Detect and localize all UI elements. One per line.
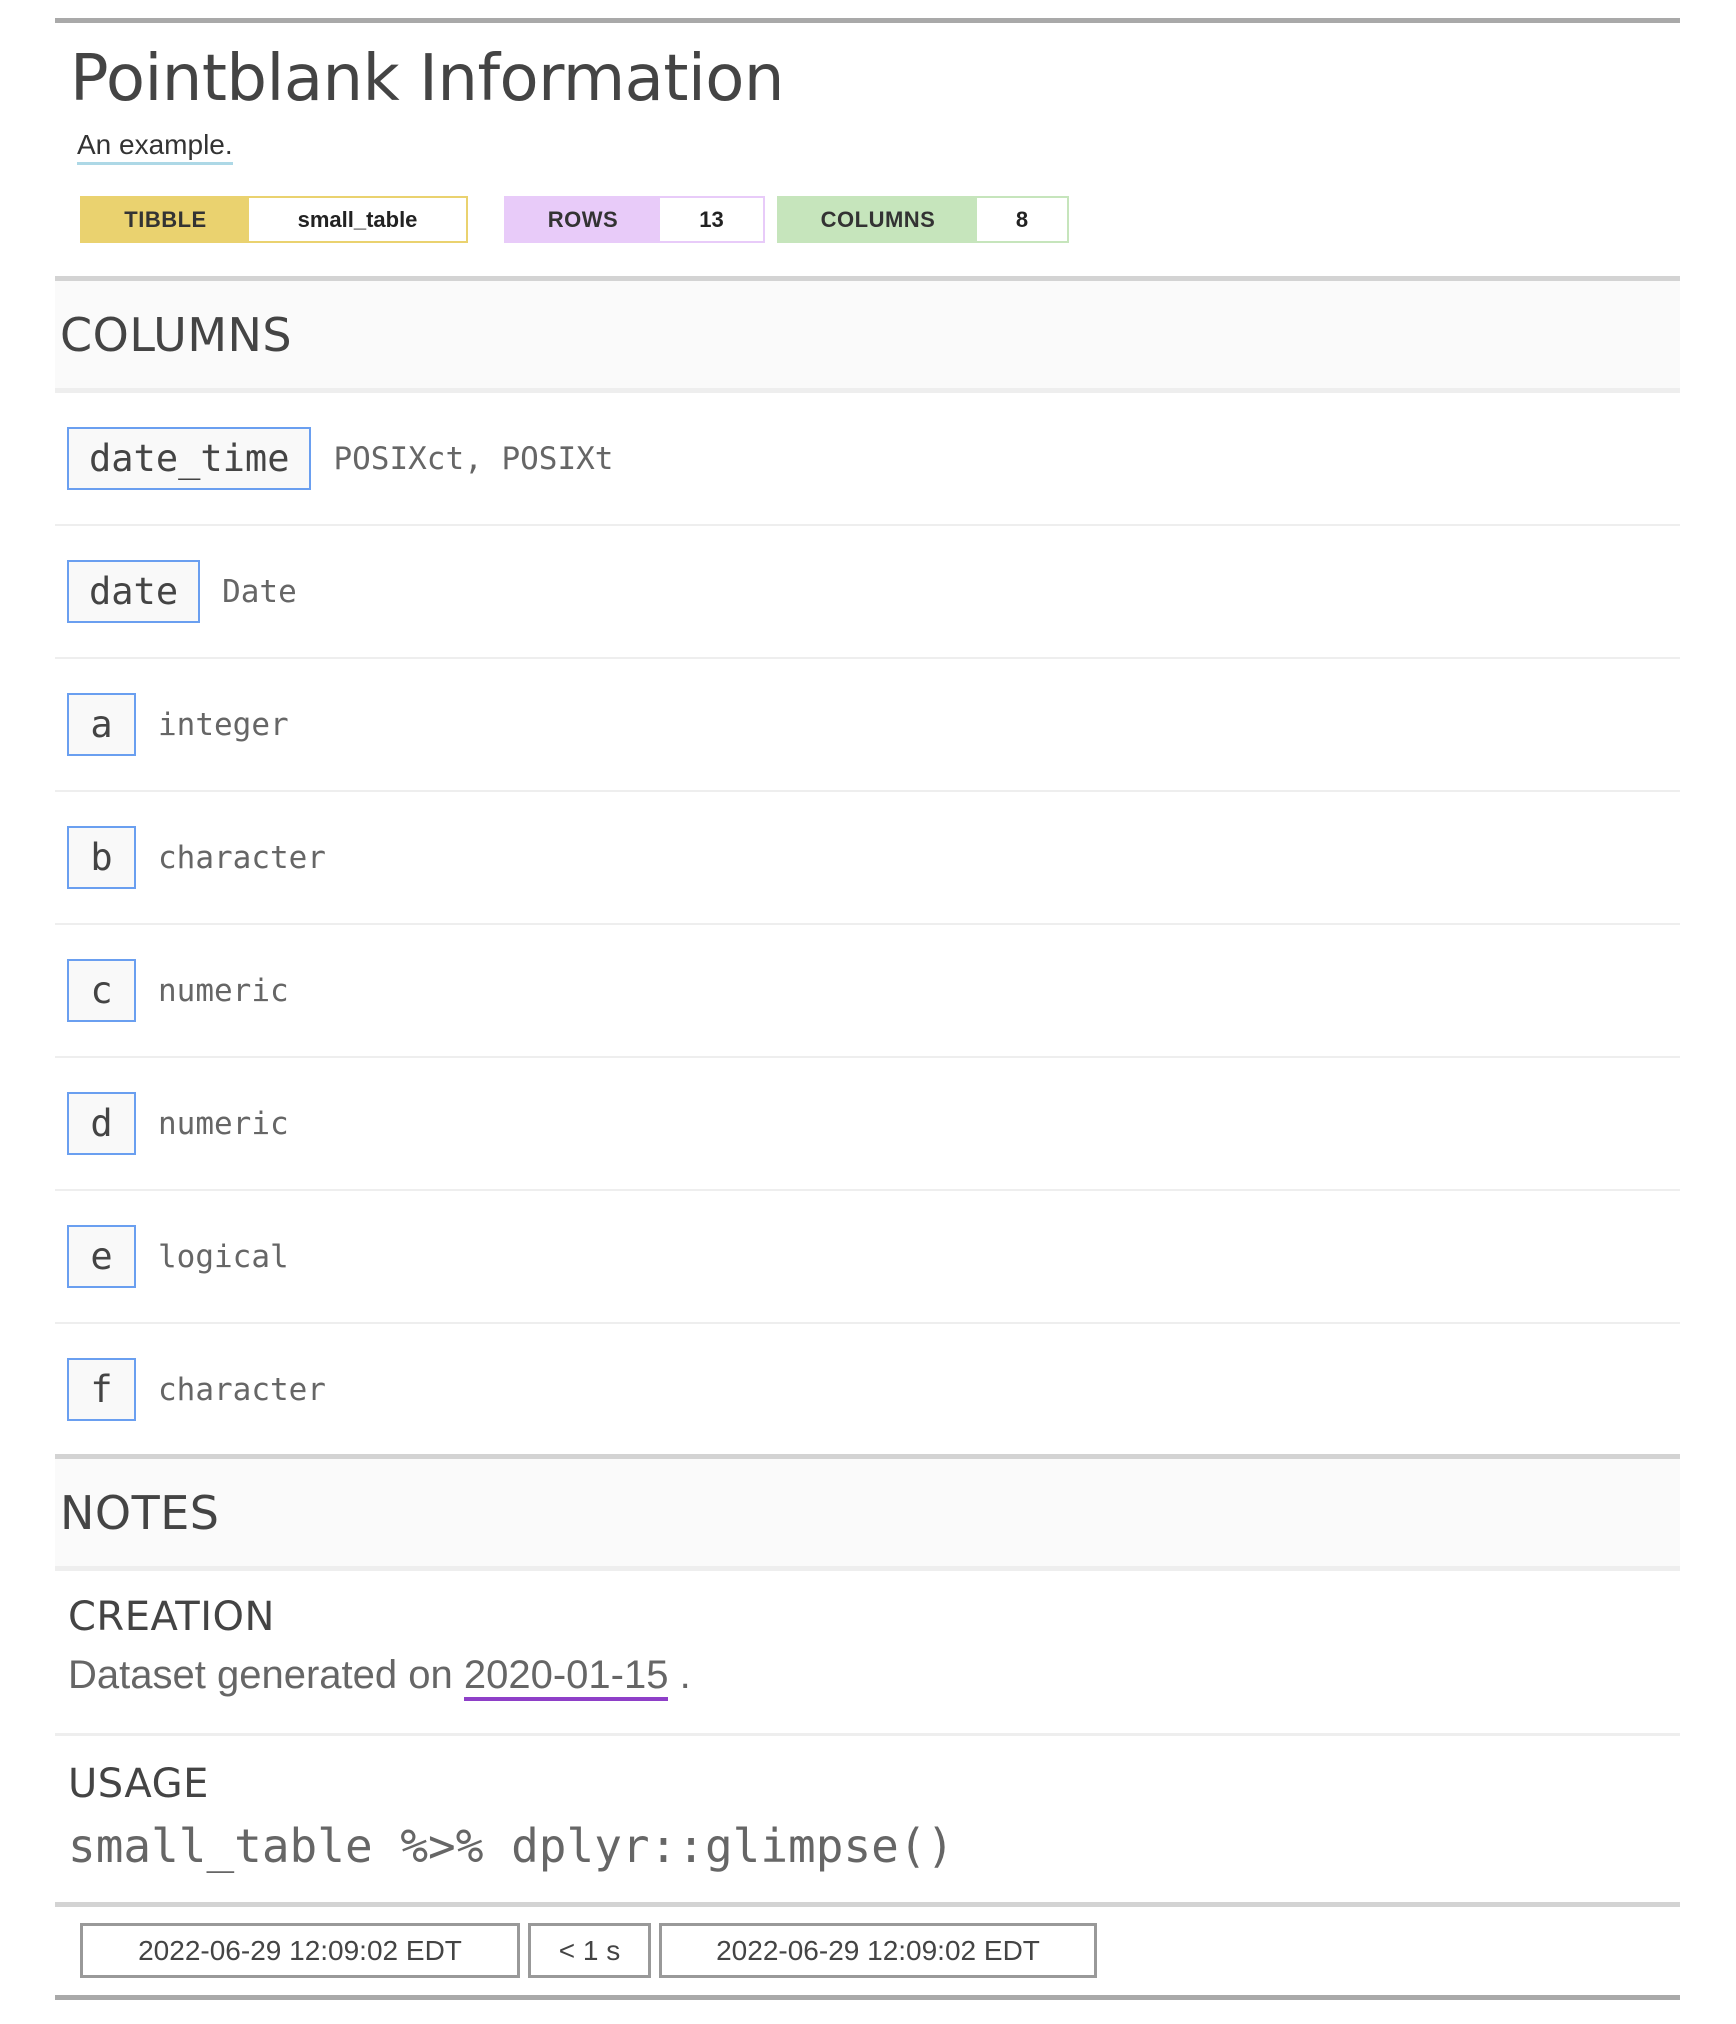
column-name: f xyxy=(67,1358,136,1421)
column-row: d numeric xyxy=(55,1058,1680,1191)
start-time-stamp: 2022-06-29 12:09:02 EDT xyxy=(80,1923,520,1978)
notes-section: NOTES CREATION Dataset generated on 2020… xyxy=(55,1454,1680,1899)
creation-note: CREATION Dataset generated on 2020-01-15… xyxy=(55,1571,1680,1736)
column-type: numeric xyxy=(158,1105,289,1142)
page-subtitle: An example. xyxy=(77,128,233,165)
column-name: date xyxy=(67,560,201,623)
table-name-value: small_table xyxy=(249,198,466,241)
creation-text-before: Dataset generated on xyxy=(68,1653,464,1697)
column-name: b xyxy=(67,826,136,889)
rows-label: ROWS xyxy=(506,198,660,241)
column-row: f character xyxy=(55,1324,1680,1455)
bottom-rule xyxy=(55,1995,1680,2000)
creation-date: 2020-01-15 xyxy=(463,1653,669,1701)
notes-heading: NOTES xyxy=(55,1459,1680,1571)
rows-badge: ROWS 13 xyxy=(504,196,765,243)
column-row: b character xyxy=(55,792,1680,925)
creation-text: Dataset generated on 2020-01-15 . xyxy=(68,1649,1680,1701)
page-title: Pointblank Information xyxy=(70,42,784,116)
timing-stamps: 2022-06-29 12:09:02 EDT < 1 s 2022-06-29… xyxy=(80,1923,1097,1978)
footer-rule xyxy=(55,1902,1680,1907)
column-type: integer xyxy=(158,706,289,743)
columns-label: COLUMNS xyxy=(779,198,977,241)
usage-code: small_table %>% dplyr::glimpse() xyxy=(68,1819,955,1873)
column-row: date Date xyxy=(55,526,1680,659)
column-row: date_time POSIXct, POSIXt xyxy=(55,393,1680,526)
columns-section: COLUMNS date_time POSIXct, POSIXt date D… xyxy=(55,276,1680,1455)
columns-value: 8 xyxy=(977,198,1067,241)
end-time-stamp: 2022-06-29 12:09:02 EDT xyxy=(659,1923,1097,1978)
table-type-badge: TIBBLE small_table xyxy=(80,196,468,243)
column-type: character xyxy=(158,1371,326,1408)
column-type: character xyxy=(158,839,326,876)
creation-title: CREATION xyxy=(68,1594,275,1640)
column-row: a integer xyxy=(55,659,1680,792)
column-row: e logical xyxy=(55,1191,1680,1324)
column-name: d xyxy=(67,1092,136,1155)
table-type-label: TIBBLE xyxy=(82,198,249,241)
footer: 2022-06-29 12:09:02 EDT < 1 s 2022-06-29… xyxy=(55,1902,1680,2000)
column-type: numeric xyxy=(158,972,289,1009)
columns-heading: COLUMNS xyxy=(55,281,1680,393)
info-report: Pointblank Information An example. TIBBL… xyxy=(55,18,1680,2000)
column-name: date_time xyxy=(67,427,312,490)
column-row: c numeric xyxy=(55,925,1680,1058)
rows-value: 13 xyxy=(660,198,763,241)
columns-badge: COLUMNS 8 xyxy=(777,196,1069,243)
column-type: Date xyxy=(222,573,297,610)
column-name: e xyxy=(67,1225,136,1288)
column-type: POSIXct, POSIXt xyxy=(333,440,614,477)
top-rule xyxy=(55,18,1680,23)
column-name: a xyxy=(67,693,136,756)
usage-note: USAGE small_table %>% dplyr::glimpse() xyxy=(55,1736,1680,1899)
creation-text-after: . xyxy=(668,1653,691,1697)
duration-stamp: < 1 s xyxy=(528,1923,651,1978)
column-name: c xyxy=(67,959,136,1022)
usage-title: USAGE xyxy=(68,1761,209,1807)
column-type: logical xyxy=(158,1238,289,1275)
